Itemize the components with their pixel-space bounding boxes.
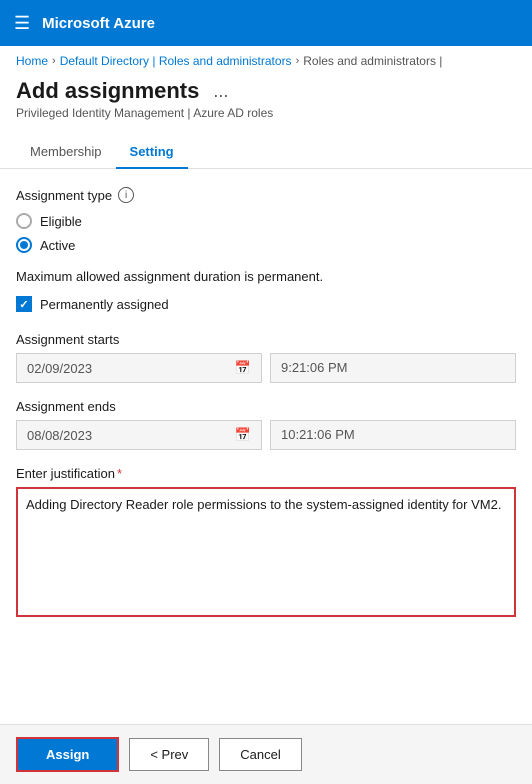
radio-eligible[interactable]: Eligible bbox=[16, 213, 516, 229]
breadcrumb-default-directory[interactable]: Default Directory | Roles and administra… bbox=[60, 54, 292, 68]
assignment-starts-time[interactable]: 9:21:06 PM bbox=[270, 353, 516, 383]
assignment-type-info-icon[interactable]: i bbox=[118, 187, 134, 203]
calendar-icon-ends[interactable]: 📅 bbox=[235, 427, 251, 443]
assignment-ends-date[interactable]: 08/08/2023 📅 bbox=[16, 420, 262, 450]
main-content: Assignment type i Eligible Active Maximu… bbox=[0, 169, 532, 654]
page-header: Add assignments ... Privileged Identity … bbox=[0, 72, 532, 124]
breadcrumb: Home › Default Directory | Roles and adm… bbox=[0, 46, 532, 72]
radio-active-label: Active bbox=[40, 238, 75, 253]
tab-membership[interactable]: Membership bbox=[16, 136, 116, 169]
radio-active-inner bbox=[20, 241, 28, 249]
assignment-type-label: Assignment type i bbox=[16, 187, 516, 203]
justification-label: Enter justification* bbox=[16, 466, 516, 481]
duration-notice: Maximum allowed assignment duration is p… bbox=[16, 269, 516, 284]
radio-eligible-label: Eligible bbox=[40, 214, 82, 229]
tabs: Membership Setting bbox=[0, 136, 532, 169]
radio-eligible-circle bbox=[16, 213, 32, 229]
breadcrumb-sep-2: › bbox=[296, 55, 300, 67]
checkbox-box: ✓ bbox=[16, 296, 32, 312]
calendar-icon-starts[interactable]: 📅 bbox=[235, 360, 251, 376]
assignment-ends-group: Assignment ends 08/08/2023 📅 10:21:06 PM bbox=[16, 399, 516, 450]
radio-active[interactable]: Active bbox=[16, 237, 516, 253]
assignment-ends-time[interactable]: 10:21:06 PM bbox=[270, 420, 516, 450]
breadcrumb-current: Roles and administrators | bbox=[303, 54, 442, 68]
assignment-starts-label: Assignment starts bbox=[16, 332, 516, 347]
page-title: Add assignments bbox=[16, 78, 199, 104]
footer: Assign < Prev Cancel bbox=[0, 724, 532, 784]
app-title: Microsoft Azure bbox=[42, 15, 155, 32]
justification-group: Enter justification* Adding Directory Re… bbox=[16, 466, 516, 620]
ellipsis-button[interactable]: ... bbox=[207, 79, 234, 104]
checkbox-label: Permanently assigned bbox=[40, 297, 169, 312]
assignment-ends-row: 08/08/2023 📅 10:21:06 PM bbox=[16, 420, 516, 450]
cancel-button[interactable]: Cancel bbox=[219, 738, 301, 771]
hamburger-icon[interactable]: ☰ bbox=[14, 13, 30, 34]
breadcrumb-home[interactable]: Home bbox=[16, 54, 48, 68]
radio-active-circle bbox=[16, 237, 32, 253]
prev-button[interactable]: < Prev bbox=[129, 738, 209, 771]
breadcrumb-sep-1: › bbox=[52, 55, 56, 67]
assignment-starts-group: Assignment starts 02/09/2023 📅 9:21:06 P… bbox=[16, 332, 516, 383]
top-bar: ☰ Microsoft Azure bbox=[0, 0, 532, 46]
assignment-starts-row: 02/09/2023 📅 9:21:06 PM bbox=[16, 353, 516, 383]
page-subtitle: Privileged Identity Management | Azure A… bbox=[16, 106, 516, 120]
assignment-type-radio-group: Eligible Active bbox=[16, 213, 516, 253]
justification-textarea[interactable]: Adding Directory Reader role permissions… bbox=[16, 487, 516, 617]
required-mark: * bbox=[117, 466, 122, 481]
assignment-starts-date-value: 02/09/2023 bbox=[27, 361, 227, 376]
assignment-starts-date[interactable]: 02/09/2023 📅 bbox=[16, 353, 262, 383]
permanently-assigned-checkbox[interactable]: ✓ Permanently assigned bbox=[16, 296, 516, 312]
assignment-ends-label: Assignment ends bbox=[16, 399, 516, 414]
assign-button[interactable]: Assign bbox=[16, 737, 119, 772]
checkbox-check-icon: ✓ bbox=[19, 298, 28, 311]
tab-setting[interactable]: Setting bbox=[116, 136, 188, 169]
assignment-ends-date-value: 08/08/2023 bbox=[27, 428, 227, 443]
